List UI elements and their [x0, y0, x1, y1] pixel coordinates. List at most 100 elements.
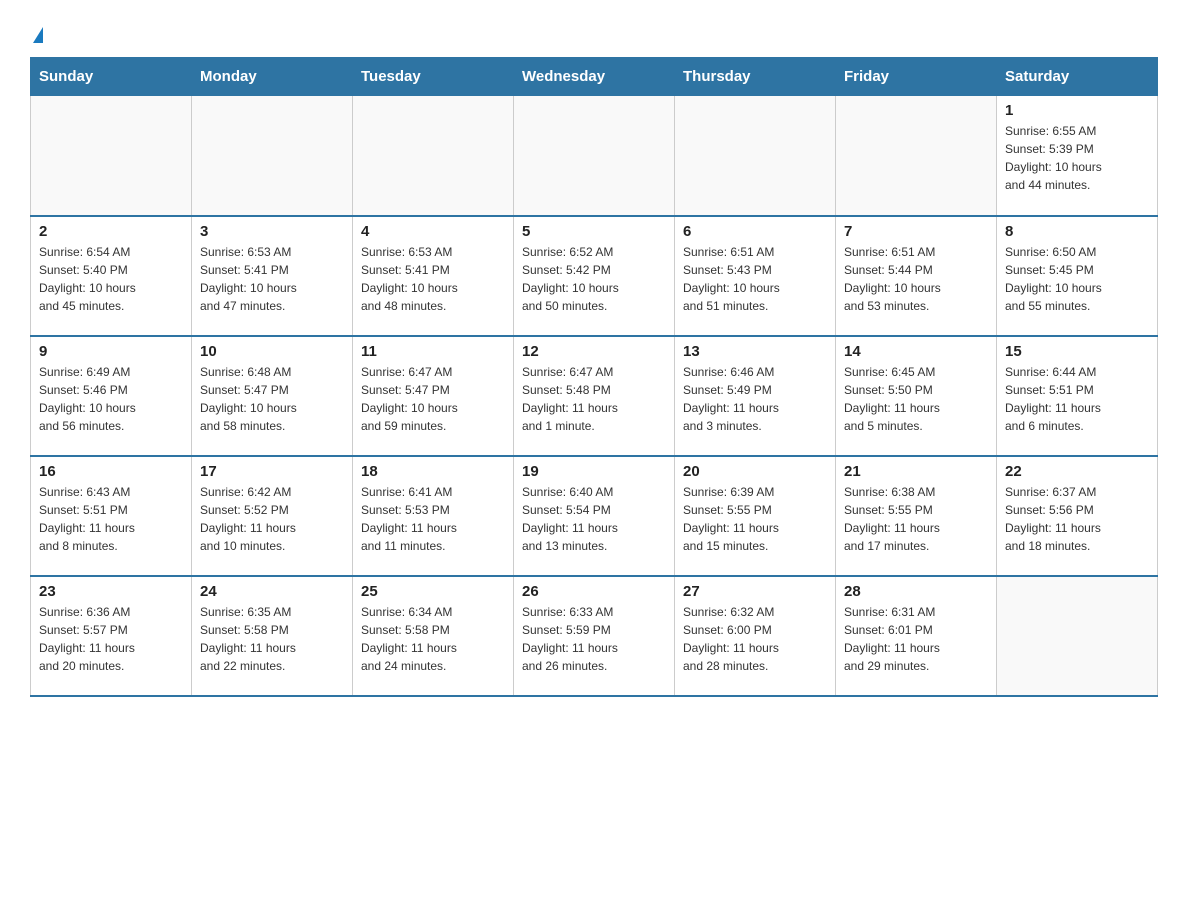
day-number: 28 [844, 583, 988, 600]
day-info: Sunrise: 6:45 AMSunset: 5:50 PMDaylight:… [844, 363, 988, 435]
calendar-body: 1 Sunrise: 6:55 AMSunset: 5:39 PMDaylight… [31, 96, 1158, 696]
logo-triangle-icon [33, 27, 43, 43]
day-header-monday: Monday [192, 58, 353, 96]
day-cell: 7Sunrise: 6:51 AMSunset: 5:44 PMDaylight… [836, 216, 997, 336]
day-info: Sunrise: 6:49 AMSunset: 5:46 PMDaylight:… [39, 363, 183, 435]
day-cell: 24 Sunrise: 6:35 AMSunset: 5:58 PMDayligh… [192, 576, 353, 696]
day-info: Sunrise: 6:46 AMSunset: 5:49 PMDaylight:… [683, 363, 827, 435]
day-number: 26 [522, 583, 666, 600]
day-cell: 28 Sunrise: 6:31 AMSunset: 6:01 PMDayligh… [836, 576, 997, 696]
day-number: 12 [522, 343, 666, 360]
day-info: Sunrise: 6:37 AMSunset: 5:56 PMDaylight:… [1005, 483, 1149, 555]
day-cell: 22 Sunrise: 6:37 AMSunset: 5:56 PMDayligh… [997, 456, 1158, 576]
day-info: Sunrise: 6:40 AMSunset: 5:54 PMDaylight:… [522, 483, 666, 555]
day-info: Sunrise: 6:43 AMSunset: 5:51 PMDaylight:… [39, 483, 183, 555]
day-info: Sunrise: 6:51 AMSunset: 5:44 PMDaylight:… [844, 243, 988, 315]
week-row-3: 9 Sunrise: 6:49 AMSunset: 5:46 PMDaylight… [31, 336, 1158, 456]
day-cell [675, 96, 836, 216]
day-info: Sunrise: 6:38 AMSunset: 5:55 PMDaylight:… [844, 483, 988, 555]
day-number: 15 [1005, 343, 1149, 360]
day-info: Sunrise: 6:42 AMSunset: 5:52 PMDaylight:… [200, 483, 344, 555]
week-row-1: 1 Sunrise: 6:55 AMSunset: 5:39 PMDaylight… [31, 96, 1158, 216]
day-cell [192, 96, 353, 216]
day-cell [836, 96, 997, 216]
week-row-2: 2Sunrise: 6:54 AMSunset: 5:40 PMDaylight… [31, 216, 1158, 336]
day-number: 20 [683, 463, 827, 480]
day-number: 19 [522, 463, 666, 480]
day-cell: 20 Sunrise: 6:39 AMSunset: 5:55 PMDayligh… [675, 456, 836, 576]
day-info: Sunrise: 6:41 AMSunset: 5:53 PMDaylight:… [361, 483, 505, 555]
day-number: 27 [683, 583, 827, 600]
day-info: Sunrise: 6:47 AMSunset: 5:47 PMDaylight:… [361, 363, 505, 435]
day-number: 3 [200, 223, 344, 240]
day-info: Sunrise: 6:39 AMSunset: 5:55 PMDaylight:… [683, 483, 827, 555]
day-cell: 16 Sunrise: 6:43 AMSunset: 5:51 PMDayligh… [31, 456, 192, 576]
day-cell: 27 Sunrise: 6:32 AMSunset: 6:00 PMDayligh… [675, 576, 836, 696]
day-cell: 23 Sunrise: 6:36 AMSunset: 5:57 PMDayligh… [31, 576, 192, 696]
day-cell: 21 Sunrise: 6:38 AMSunset: 5:55 PMDayligh… [836, 456, 997, 576]
day-cell: 4Sunrise: 6:53 AMSunset: 5:41 PMDaylight… [353, 216, 514, 336]
day-cell: 14 Sunrise: 6:45 AMSunset: 5:50 PMDayligh… [836, 336, 997, 456]
logo-general-line [30, 20, 43, 47]
day-cell: 17 Sunrise: 6:42 AMSunset: 5:52 PMDayligh… [192, 456, 353, 576]
day-header-tuesday: Tuesday [353, 58, 514, 96]
day-number: 14 [844, 343, 988, 360]
week-row-4: 16 Sunrise: 6:43 AMSunset: 5:51 PMDayligh… [31, 456, 1158, 576]
week-row-5: 23 Sunrise: 6:36 AMSunset: 5:57 PMDayligh… [31, 576, 1158, 696]
day-cell: 12 Sunrise: 6:47 AMSunset: 5:48 PMDayligh… [514, 336, 675, 456]
day-info: Sunrise: 6:52 AMSunset: 5:42 PMDaylight:… [522, 243, 666, 315]
day-info: Sunrise: 6:50 AMSunset: 5:45 PMDaylight:… [1005, 243, 1149, 315]
day-info: Sunrise: 6:55 AMSunset: 5:39 PMDaylight:… [1005, 122, 1149, 194]
day-number: 1 [1005, 102, 1149, 119]
day-info: Sunrise: 6:53 AMSunset: 5:41 PMDaylight:… [200, 243, 344, 315]
day-cell: 2Sunrise: 6:54 AMSunset: 5:40 PMDaylight… [31, 216, 192, 336]
day-number: 23 [39, 583, 183, 600]
day-info: Sunrise: 6:47 AMSunset: 5:48 PMDaylight:… [522, 363, 666, 435]
day-cell: 19 Sunrise: 6:40 AMSunset: 5:54 PMDayligh… [514, 456, 675, 576]
header-row: SundayMondayTuesdayWednesdayThursdayFrid… [31, 58, 1158, 96]
day-cell: 13Sunrise: 6:46 AMSunset: 5:49 PMDayligh… [675, 336, 836, 456]
day-info: Sunrise: 6:48 AMSunset: 5:47 PMDaylight:… [200, 363, 344, 435]
day-number: 11 [361, 343, 505, 360]
day-cell: 25 Sunrise: 6:34 AMSunset: 5:58 PMDayligh… [353, 576, 514, 696]
day-info: Sunrise: 6:31 AMSunset: 6:01 PMDaylight:… [844, 603, 988, 675]
day-header-friday: Friday [836, 58, 997, 96]
day-cell [31, 96, 192, 216]
day-info: Sunrise: 6:32 AMSunset: 6:00 PMDaylight:… [683, 603, 827, 675]
calendar-table: SundayMondayTuesdayWednesdayThursdayFrid… [30, 57, 1158, 697]
day-cell: 26 Sunrise: 6:33 AMSunset: 5:59 PMDayligh… [514, 576, 675, 696]
header [30, 20, 1158, 47]
calendar-header: SundayMondayTuesdayWednesdayThursdayFrid… [31, 58, 1158, 96]
day-cell: 15 Sunrise: 6:44 AMSunset: 5:51 PMDayligh… [997, 336, 1158, 456]
day-number: 9 [39, 343, 183, 360]
day-cell: 3 Sunrise: 6:53 AMSunset: 5:41 PMDaylight… [192, 216, 353, 336]
day-header-sunday: Sunday [31, 58, 192, 96]
day-cell: 5Sunrise: 6:52 AMSunset: 5:42 PMDaylight… [514, 216, 675, 336]
day-cell [997, 576, 1158, 696]
day-cell [514, 96, 675, 216]
day-cell [353, 96, 514, 216]
day-number: 21 [844, 463, 988, 480]
day-info: Sunrise: 6:33 AMSunset: 5:59 PMDaylight:… [522, 603, 666, 675]
day-info: Sunrise: 6:34 AMSunset: 5:58 PMDaylight:… [361, 603, 505, 675]
day-number: 22 [1005, 463, 1149, 480]
day-number: 4 [361, 223, 505, 240]
day-number: 16 [39, 463, 183, 480]
day-info: Sunrise: 6:44 AMSunset: 5:51 PMDaylight:… [1005, 363, 1149, 435]
day-header-thursday: Thursday [675, 58, 836, 96]
day-number: 25 [361, 583, 505, 600]
logo [30, 20, 43, 47]
day-number: 6 [683, 223, 827, 240]
day-number: 18 [361, 463, 505, 480]
day-number: 24 [200, 583, 344, 600]
day-cell: 11 Sunrise: 6:47 AMSunset: 5:47 PMDayligh… [353, 336, 514, 456]
day-cell: 8 Sunrise: 6:50 AMSunset: 5:45 PMDaylight… [997, 216, 1158, 336]
day-cell: 18 Sunrise: 6:41 AMSunset: 5:53 PMDayligh… [353, 456, 514, 576]
day-cell: 10Sunrise: 6:48 AMSunset: 5:47 PMDayligh… [192, 336, 353, 456]
day-info: Sunrise: 6:36 AMSunset: 5:57 PMDaylight:… [39, 603, 183, 675]
day-number: 8 [1005, 223, 1149, 240]
day-cell: 6 Sunrise: 6:51 AMSunset: 5:43 PMDaylight… [675, 216, 836, 336]
day-info: Sunrise: 6:51 AMSunset: 5:43 PMDaylight:… [683, 243, 827, 315]
day-number: 17 [200, 463, 344, 480]
day-info: Sunrise: 6:35 AMSunset: 5:58 PMDaylight:… [200, 603, 344, 675]
